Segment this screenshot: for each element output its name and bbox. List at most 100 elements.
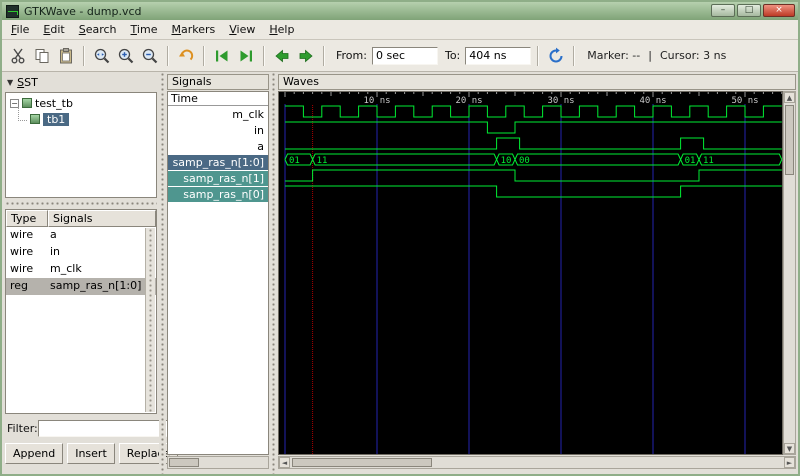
- shift-left-button[interactable]: [271, 45, 293, 67]
- from-input[interactable]: [371, 46, 438, 65]
- scrollbar-thumb[interactable]: [169, 458, 199, 467]
- toolbar: From: To: Marker: -- | Cursor: 3 ns: [2, 40, 798, 72]
- pane-resize-handle[interactable]: [5, 200, 157, 207]
- module-icon: [30, 114, 40, 124]
- timeline-label: 40 ns: [639, 96, 666, 106]
- signals-hscrollbar[interactable]: [167, 456, 269, 469]
- cursor-text: Cursor: 3 ns: [659, 49, 727, 62]
- waveform-display[interactable]: 10 ns 20 ns 30 ns 40 ns 50 ns 01 11 10 00 01 11: [279, 92, 783, 454]
- signal-table-row[interactable]: wire m_clk: [6, 261, 156, 278]
- pane-resize-handle[interactable]: [159, 72, 166, 474]
- bit-waveform: [285, 137, 782, 150]
- zoom-fit-button[interactable]: [91, 45, 113, 67]
- copy-icon: [35, 48, 49, 63]
- signals-panel-header: Signals: [167, 74, 269, 90]
- signal-type: wire: [10, 262, 34, 275]
- tree-root-label[interactable]: test_tb: [35, 97, 73, 110]
- shift-left-icon: [275, 49, 289, 62]
- filter-label: Filter:: [7, 421, 38, 435]
- menu-search[interactable]: Search: [72, 21, 124, 38]
- append-button[interactable]: Append: [5, 443, 64, 464]
- menu-edit[interactable]: Edit: [36, 21, 71, 38]
- signal-list-item[interactable]: a: [168, 139, 268, 154]
- tree-node-child[interactable]: tb1: [6, 107, 156, 127]
- marker-cursor-separator: |: [648, 49, 652, 62]
- signal-list-item[interactable]: m_clk: [168, 107, 268, 122]
- fetch-left-button[interactable]: [211, 45, 233, 67]
- fetch-left-icon: [216, 50, 228, 61]
- signal-table-body: wire a wire in wire m_clk reg samp_ras_n[1:0]: [6, 227, 156, 295]
- menu-help[interactable]: Help: [262, 21, 301, 38]
- scrollbar-thumb[interactable]: [292, 458, 432, 467]
- menu-view[interactable]: View: [222, 21, 262, 38]
- sst-buttons: Append Insert Replace: [5, 443, 179, 464]
- cut-button[interactable]: [7, 45, 29, 67]
- toolbar-separator: [167, 45, 169, 66]
- signal-table-row[interactable]: wire a: [6, 227, 156, 244]
- titlebar[interactable]: GTKWave - dump.vcd – □ ×: [2, 2, 798, 20]
- column-header-type[interactable]: Type: [6, 210, 48, 227]
- insert-button[interactable]: Insert: [67, 443, 115, 464]
- time-header: Time: [168, 92, 268, 106]
- menu-markers[interactable]: Markers: [164, 21, 222, 38]
- menu-time[interactable]: Time: [124, 21, 165, 38]
- signal-table-row[interactable]: reg samp_ras_n[1:0]: [6, 278, 156, 295]
- cut-icon: [11, 48, 25, 63]
- toolbar-separator: [537, 45, 540, 66]
- to-input[interactable]: [465, 46, 532, 65]
- scroll-left-icon[interactable]: ◄: [279, 457, 290, 468]
- bus-value-label: 11: [703, 156, 714, 166]
- toolbar-separator: [323, 45, 325, 66]
- signal-list-item[interactable]: samp_ras_n[0]: [168, 187, 268, 202]
- signal-list-item[interactable]: samp_ras_n[1:0]: [168, 155, 268, 170]
- tree-node-root[interactable]: − test_tb: [6, 95, 156, 111]
- signal-list-item[interactable]: samp_ras_n[1]: [168, 171, 268, 186]
- minimize-button[interactable]: –: [711, 4, 735, 17]
- signal-name: samp_ras_n[1:0]: [50, 279, 142, 292]
- signal-list-item[interactable]: in: [168, 123, 268, 138]
- bit-waveform: [285, 185, 782, 198]
- zoom-fit-icon: [94, 48, 110, 63]
- timeline-label: 50 ns: [731, 96, 758, 106]
- scroll-down-icon[interactable]: ▼: [784, 443, 795, 454]
- signal-name: a: [50, 228, 57, 241]
- copy-button[interactable]: [31, 45, 53, 67]
- toolbar-separator: [263, 45, 265, 66]
- close-button[interactable]: ×: [763, 4, 795, 17]
- timeline-label: 10 ns: [363, 96, 390, 106]
- zoom-undo-button[interactable]: [175, 45, 197, 67]
- from-label: From:: [336, 49, 367, 62]
- bus-value-label: 01: [685, 156, 696, 166]
- waves-vscrollbar[interactable]: ▲ ▼: [783, 91, 796, 455]
- bus-value-label: 00: [519, 156, 530, 166]
- menu-file[interactable]: File: [4, 21, 36, 38]
- shift-right-button[interactable]: [295, 45, 317, 67]
- signal-table-row[interactable]: wire in: [6, 244, 156, 261]
- tree-child-label[interactable]: tb1: [43, 112, 70, 126]
- signal-type: wire: [10, 228, 34, 241]
- marker-text: Marker: --: [587, 49, 641, 62]
- wave-canvas[interactable]: 10 ns 20 ns 30 ns 40 ns 50 ns 01 11 10 00 01 11: [278, 91, 783, 455]
- expander-triangle-icon[interactable]: ▼: [7, 78, 13, 87]
- scroll-right-icon[interactable]: ►: [784, 457, 795, 468]
- tree-connector: [18, 107, 27, 121]
- signal-type: reg: [10, 279, 29, 292]
- sst-header[interactable]: ▼ SST: [5, 74, 156, 90]
- scrollbar-thumb[interactable]: [785, 105, 794, 175]
- signal-name: in: [50, 245, 61, 258]
- signal-table-scrollbar[interactable]: [145, 228, 155, 412]
- column-header-signals[interactable]: Signals: [48, 210, 156, 227]
- zoom-in-button[interactable]: [115, 45, 137, 67]
- zoom-out-button[interactable]: [139, 45, 161, 67]
- signals-list: Time m_clk in a samp_ras_n[1:0] samp_ras_n[1…: [167, 91, 269, 455]
- sst-tree: − test_tb tb1: [5, 92, 157, 198]
- fetch-right-button[interactable]: [235, 45, 257, 67]
- maximize-button[interactable]: □: [737, 4, 761, 17]
- reload-button[interactable]: [545, 45, 567, 67]
- scroll-up-icon[interactable]: ▲: [784, 92, 795, 103]
- pane-resize-handle[interactable]: [270, 72, 277, 474]
- toolbar-separator: [573, 45, 576, 66]
- paste-button[interactable]: [55, 45, 77, 67]
- waves-hscrollbar[interactable]: ◄ ►: [278, 456, 796, 469]
- toolbar-separator: [83, 45, 85, 66]
